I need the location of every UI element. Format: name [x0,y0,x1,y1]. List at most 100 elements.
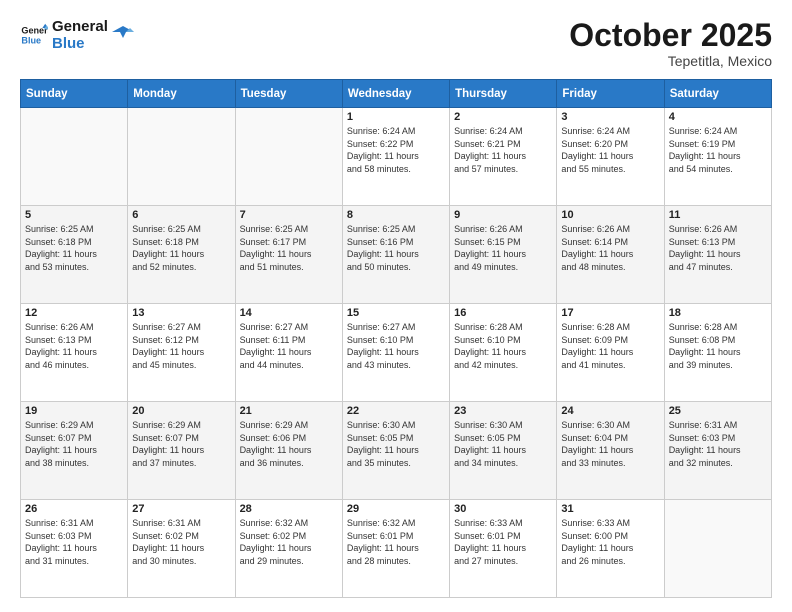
day-number: 11 [669,209,767,221]
day-info: Sunrise: 6:28 AM Sunset: 6:10 PM Dayligh… [454,321,552,371]
day-info: Sunrise: 6:28 AM Sunset: 6:09 PM Dayligh… [561,321,659,371]
day-number: 12 [25,307,123,319]
logo-bird-icon [112,24,134,46]
calendar-header-row: SundayMondayTuesdayWednesdayThursdayFrid… [21,80,772,108]
day-number: 29 [347,503,445,515]
calendar-cell: 26 Sunrise: 6:31 AM Sunset: 6:03 PM Dayli… [21,500,128,598]
day-info: Sunrise: 6:24 AM Sunset: 6:22 PM Dayligh… [347,125,445,175]
calendar-cell: 20Sunrise: 6:29 AM Sunset: 6:07 PM Dayli… [128,402,235,500]
calendar-cell: 2Sunrise: 6:24 AM Sunset: 6:21 PM Daylig… [450,108,557,206]
day-info: Sunrise: 6:26 AM Sunset: 6:13 PM Dayligh… [669,223,767,273]
day-number: 16 [454,307,552,319]
day-info: Sunrise: 6:27 AM Sunset: 6:10 PM Dayligh… [347,321,445,371]
day-info: Sunrise: 6:31 AM Sunset: 6:02 PM Dayligh… [132,517,230,567]
calendar-cell: 1 Sunrise: 6:24 AM Sunset: 6:22 PM Daylig… [342,108,449,206]
day-number: 19 [25,405,123,417]
day-number: 2 [454,111,552,123]
logo-blue: Blue [52,35,108,52]
day-number: 22 [347,405,445,417]
calendar-cell: 21 Sunrise: 6:29 AM Sunset: 6:06 PM Dayli… [235,402,342,500]
calendar-cell: 31 Sunrise: 6:33 AM Sunset: 6:00 PM Dayli… [557,500,664,598]
day-info: Sunrise: 6:31 AM Sunset: 6:03 PM Dayligh… [669,419,767,469]
calendar-cell: 29 Sunrise: 6:32 AM Sunset: 6:01 PM Dayli… [342,500,449,598]
calendar-cell: 8Sunrise: 6:25 AM Sunset: 6:16 PM Daylig… [342,206,449,304]
calendar-cell [21,108,128,206]
svg-text:Blue: Blue [21,36,41,46]
day-info: Sunrise: 6:33 AM Sunset: 6:01 PM Dayligh… [454,517,552,567]
day-info: Sunrise: 6:25 AM Sunset: 6:18 PM Dayligh… [25,223,123,273]
day-info: Sunrise: 6:29 AM Sunset: 6:07 PM Dayligh… [132,419,230,469]
calendar-week-row: 26 Sunrise: 6:31 AM Sunset: 6:03 PM Dayli… [21,500,772,598]
calendar-cell: 23 Sunrise: 6:30 AM Sunset: 6:05 PM Dayli… [450,402,557,500]
calendar-cell: 14 Sunrise: 6:27 AM Sunset: 6:11 PM Dayli… [235,304,342,402]
logo-icon: General Blue [20,21,48,49]
day-number: 17 [561,307,659,319]
day-info: Sunrise: 6:26 AM Sunset: 6:14 PM Dayligh… [561,223,659,273]
day-info: Sunrise: 6:30 AM Sunset: 6:05 PM Dayligh… [347,419,445,469]
day-header-thursday: Thursday [450,80,557,108]
day-number: 7 [240,209,338,221]
calendar-week-row: 1 Sunrise: 6:24 AM Sunset: 6:22 PM Daylig… [21,108,772,206]
day-number: 13 [132,307,230,319]
calendar-cell: 13 Sunrise: 6:27 AM Sunset: 6:12 PM Dayli… [128,304,235,402]
day-info: Sunrise: 6:29 AM Sunset: 6:06 PM Dayligh… [240,419,338,469]
calendar-cell: 9Sunrise: 6:26 AM Sunset: 6:15 PM Daylig… [450,206,557,304]
day-number: 4 [669,111,767,123]
logo: General Blue General Blue [20,18,134,53]
day-info: Sunrise: 6:24 AM Sunset: 6:19 PM Dayligh… [669,125,767,175]
calendar-cell: 17 Sunrise: 6:28 AM Sunset: 6:09 PM Dayli… [557,304,664,402]
day-number: 3 [561,111,659,123]
day-info: Sunrise: 6:31 AM Sunset: 6:03 PM Dayligh… [25,517,123,567]
location-subtitle: Tepetitla, Mexico [569,53,772,69]
day-number: 10 [561,209,659,221]
calendar-cell: 6Sunrise: 6:25 AM Sunset: 6:18 PM Daylig… [128,206,235,304]
day-number: 5 [25,209,123,221]
day-number: 21 [240,405,338,417]
calendar-cell: 15Sunrise: 6:27 AM Sunset: 6:10 PM Dayli… [342,304,449,402]
calendar-cell: 30 Sunrise: 6:33 AM Sunset: 6:01 PM Dayli… [450,500,557,598]
calendar-cell: 22 Sunrise: 6:30 AM Sunset: 6:05 PM Dayli… [342,402,449,500]
day-number: 30 [454,503,552,515]
day-header-sunday: Sunday [21,80,128,108]
calendar-cell: 28Sunrise: 6:32 AM Sunset: 6:02 PM Dayli… [235,500,342,598]
day-header-saturday: Saturday [664,80,771,108]
day-number: 26 [25,503,123,515]
calendar-cell: 18 Sunrise: 6:28 AM Sunset: 6:08 PM Dayli… [664,304,771,402]
day-info: Sunrise: 6:30 AM Sunset: 6:05 PM Dayligh… [454,419,552,469]
calendar-cell: 11 Sunrise: 6:26 AM Sunset: 6:13 PM Dayli… [664,206,771,304]
day-number: 31 [561,503,659,515]
day-number: 9 [454,209,552,221]
calendar-cell: 10 Sunrise: 6:26 AM Sunset: 6:14 PM Dayli… [557,206,664,304]
title-block: October 2025 Tepetitla, Mexico [569,18,772,69]
day-info: Sunrise: 6:27 AM Sunset: 6:11 PM Dayligh… [240,321,338,371]
calendar-cell: 25 Sunrise: 6:31 AM Sunset: 6:03 PM Dayli… [664,402,771,500]
calendar-cell: 7Sunrise: 6:25 AM Sunset: 6:17 PM Daylig… [235,206,342,304]
day-number: 23 [454,405,552,417]
day-header-friday: Friday [557,80,664,108]
calendar-cell [664,500,771,598]
logo-general: General [52,18,108,35]
day-number: 6 [132,209,230,221]
day-number: 18 [669,307,767,319]
calendar-cell: 4 Sunrise: 6:24 AM Sunset: 6:19 PM Daylig… [664,108,771,206]
calendar-week-row: 12Sunrise: 6:26 AM Sunset: 6:13 PM Dayli… [21,304,772,402]
calendar-cell: 19Sunrise: 6:29 AM Sunset: 6:07 PM Dayli… [21,402,128,500]
day-info: Sunrise: 6:28 AM Sunset: 6:08 PM Dayligh… [669,321,767,371]
calendar-cell: 5 Sunrise: 6:25 AM Sunset: 6:18 PM Daylig… [21,206,128,304]
calendar-cell [128,108,235,206]
calendar-cell: 16 Sunrise: 6:28 AM Sunset: 6:10 PM Dayli… [450,304,557,402]
calendar-cell: 3Sunrise: 6:24 AM Sunset: 6:20 PM Daylig… [557,108,664,206]
day-info: Sunrise: 6:27 AM Sunset: 6:12 PM Dayligh… [132,321,230,371]
day-info: Sunrise: 6:32 AM Sunset: 6:02 PM Dayligh… [240,517,338,567]
day-number: 25 [669,405,767,417]
day-header-monday: Monday [128,80,235,108]
calendar-cell: 12Sunrise: 6:26 AM Sunset: 6:13 PM Dayli… [21,304,128,402]
day-number: 8 [347,209,445,221]
day-number: 1 [347,111,445,123]
day-info: Sunrise: 6:33 AM Sunset: 6:00 PM Dayligh… [561,517,659,567]
day-number: 27 [132,503,230,515]
calendar-table: SundayMondayTuesdayWednesdayThursdayFrid… [20,79,772,598]
day-info: Sunrise: 6:32 AM Sunset: 6:01 PM Dayligh… [347,517,445,567]
calendar-cell: 27 Sunrise: 6:31 AM Sunset: 6:02 PM Dayli… [128,500,235,598]
day-number: 14 [240,307,338,319]
